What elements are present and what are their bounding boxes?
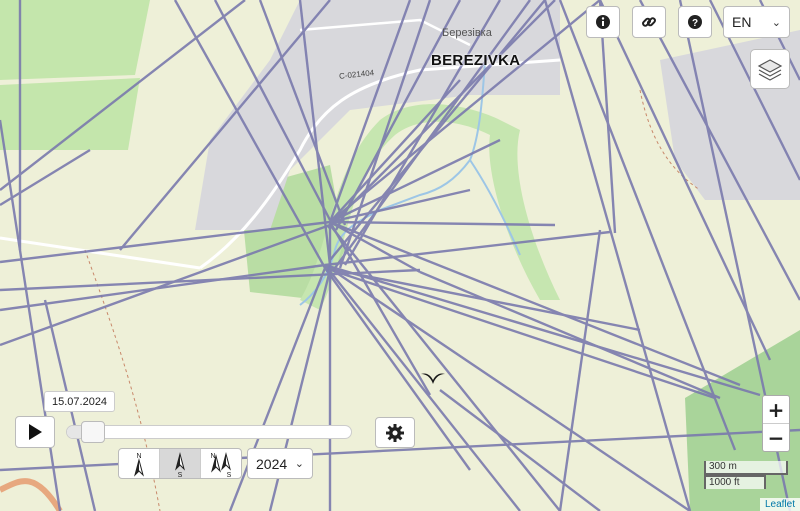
layers-button[interactable] (750, 49, 790, 89)
field-area (0, 0, 150, 80)
zoom-in-button[interactable]: + (763, 396, 789, 423)
link-icon (642, 17, 656, 27)
chevron-down-icon: ⌄ (771, 16, 781, 29)
play-button[interactable] (15, 416, 55, 448)
help-button[interactable]: ? (678, 6, 712, 38)
chevron-down-icon: ⌄ (294, 458, 304, 470)
orientation-both-button[interactable]: N S (201, 449, 241, 478)
svg-text:?: ? (692, 18, 698, 29)
info-button[interactable] (586, 6, 620, 38)
zoom-out-button[interactable]: − (763, 423, 789, 451)
gear-icon (386, 423, 404, 442)
north-arrow-icon: N (134, 453, 144, 477)
link-button[interactable] (632, 6, 666, 38)
place-label: BEREZIVKA (431, 52, 521, 69)
map-container[interactable]: Березівка BEREZIVKA C-021404 ? EN ⌄ + − … (0, 0, 800, 511)
play-icon (29, 424, 42, 440)
scale-imperial: 1000 ft (704, 475, 766, 489)
orientation-south-button[interactable]: S (160, 449, 201, 478)
orient-label-s: S (178, 472, 183, 478)
orient-label-s2: S (227, 472, 232, 478)
orientation-north-button[interactable]: N (119, 449, 160, 478)
date-tooltip: 15.07.2024 (44, 391, 116, 412)
layers-icon (757, 59, 783, 81)
scale-metric: 300 m (704, 461, 788, 475)
attribution-link[interactable]: Leaflet (759, 498, 800, 511)
orientation-toggle: N S N S (118, 448, 242, 479)
timeline-handle[interactable] (81, 421, 106, 443)
place-local-label: Березівка (442, 27, 492, 39)
timeline-slider[interactable] (66, 421, 352, 443)
zoom-control: + − (762, 395, 790, 452)
year-value: 2024 (256, 455, 288, 472)
language-value: EN (732, 14, 752, 30)
help-icon: ? (688, 15, 702, 29)
info-icon (596, 15, 610, 29)
north-south-arrows-icon: N S (210, 451, 232, 478)
year-select[interactable]: 2024 ⌄ (247, 448, 313, 479)
south-arrow-icon: S (175, 451, 185, 478)
settings-button[interactable] (375, 417, 415, 448)
language-select[interactable]: EN ⌄ (723, 6, 790, 38)
